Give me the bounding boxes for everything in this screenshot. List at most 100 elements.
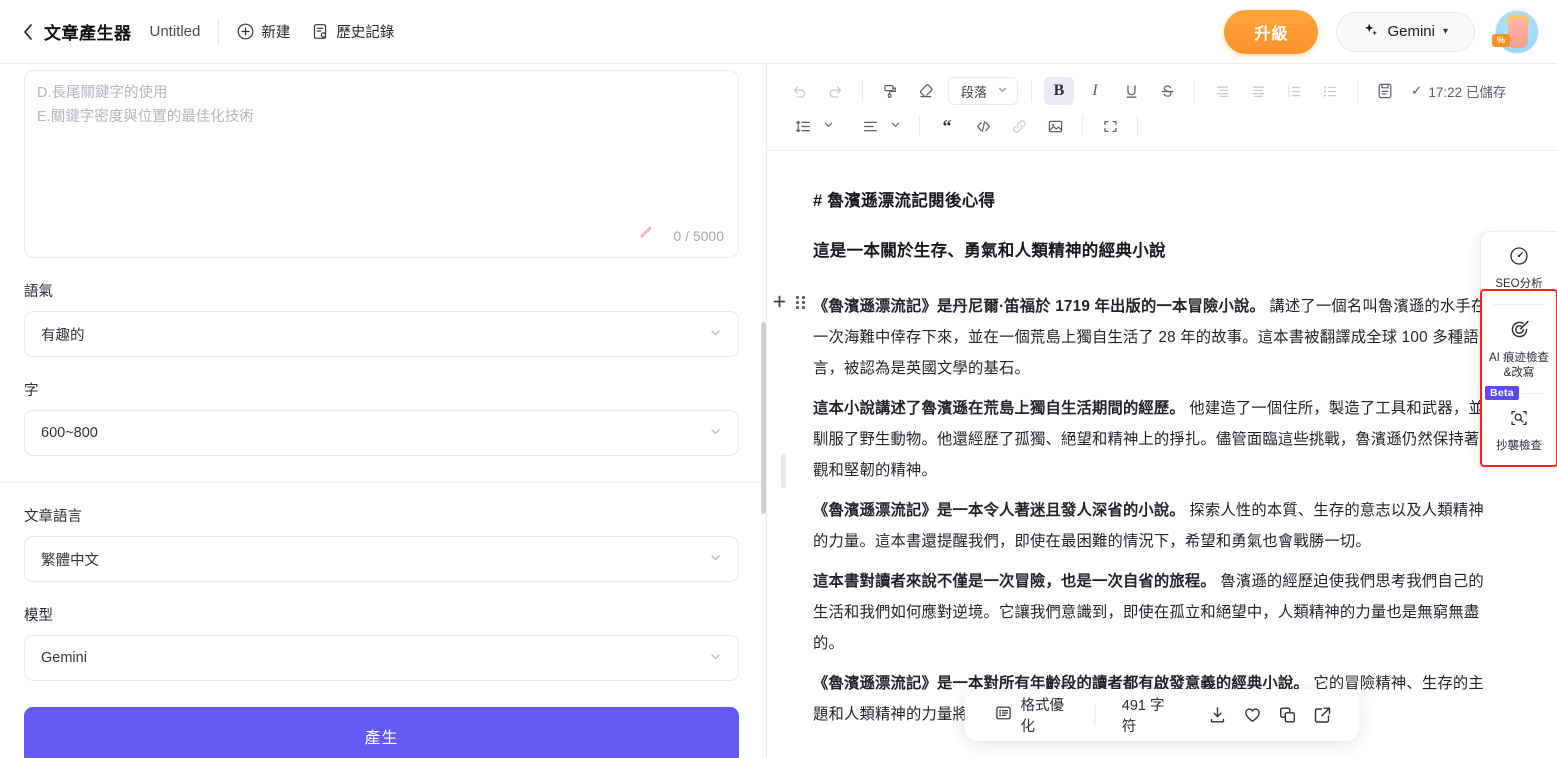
model-value: Gemini [41, 650, 87, 666]
indent-icon[interactable] [1207, 77, 1237, 105]
divider [218, 18, 220, 45]
paragraph-style-value: 段落 [961, 84, 988, 100]
language-value: 繁體中文 [41, 552, 99, 569]
plus-circle-icon [237, 23, 254, 40]
settings-panel: D.長尾關鍵字的使用 E.關鍵字密度與位置的最佳化技術 0 / 5000 語氣 … [0, 64, 767, 758]
paragraph: 《魯濱遜漂流記》是一本令人著迷且發人深省的小說。 探索人性的本質、生存的意志以及… [813, 495, 1497, 557]
document-heading: # 魯濱遜漂流記閱後心得 [813, 192, 996, 210]
paragraph-style-select[interactable]: 段落 [948, 77, 1019, 105]
bold-icon[interactable]: B [1044, 77, 1075, 105]
tone-select[interactable]: 有趣的 [24, 311, 739, 357]
text-align-button[interactable] [852, 112, 901, 140]
chevron-down-icon [709, 326, 722, 343]
heart-icon[interactable] [1237, 698, 1268, 732]
document-area: # 魯濱遜漂流記閱後心得 這是一本關於生存、勇氣和人類精神的經典小說 《魯濱遜漂… [767, 151, 1557, 758]
ai-trace-icon [1508, 320, 1531, 345]
export-icon[interactable] [1307, 698, 1338, 732]
download-icon[interactable] [1202, 698, 1233, 732]
divider [919, 115, 920, 137]
document-subheading: 這是一本關於生存、勇氣和人類精神的經典小說 [813, 242, 1166, 260]
model-select[interactable]: Gemini [24, 635, 739, 681]
magic-wand-icon[interactable] [638, 225, 655, 247]
divider [1194, 80, 1196, 102]
link-icon[interactable] [1004, 112, 1034, 140]
paragraph: 這本小說講述了魯濱遜在荒島上獨自生活期間的經歷。 他建造了一個住所，製造了工具和… [813, 393, 1497, 486]
prompt-footer: 0 / 5000 [638, 225, 724, 247]
paragraph-lead: 這本小說講述了魯濱遜在荒島上獨自生活期間的經歷。 [813, 400, 1185, 417]
save-status: ✓ 17:22 已儲存 [1411, 81, 1506, 101]
fullscreen-icon[interactable] [1095, 112, 1125, 140]
chevron-down-icon [709, 650, 722, 667]
align-icon[interactable] [1243, 77, 1273, 105]
upgrade-button[interactable]: 升級 [1224, 9, 1319, 54]
document-scroll: # 魯濱遜漂流記閱後心得 這是一本關於生存、勇氣和人類精神的經典小說 《魯濱遜漂… [767, 151, 1557, 758]
prompt-line: D.長尾關鍵字的使用 [37, 85, 168, 101]
seo-analysis-button[interactable]: SEO分析 [1481, 232, 1557, 304]
chevron-down-icon [997, 84, 1008, 98]
undo-icon[interactable] [784, 77, 814, 105]
document-title[interactable]: Untitled [150, 23, 201, 40]
add-block-icon[interactable] [773, 294, 786, 311]
speedometer-icon [1508, 247, 1530, 271]
chevron-down-icon [709, 425, 722, 442]
top-bar: 文章產生器 Untitled 新建 歷史記錄 升級 Gemini ▾ % [0, 0, 1557, 64]
tone-label: 語氣 [24, 284, 53, 300]
divider [862, 80, 863, 102]
format-optimize-label: 格式優化 [1020, 698, 1065, 735]
chevron-left-icon[interactable] [20, 23, 36, 40]
prompt-textarea[interactable]: D.長尾關鍵字的使用 E.關鍵字密度與位置的最佳化技術 0 / 5000 [24, 70, 739, 258]
wordcount-select[interactable]: 600~800 [24, 410, 739, 456]
settings-scrollbar[interactable] [761, 322, 766, 514]
strikethrough-icon[interactable] [1152, 77, 1182, 105]
redo-icon[interactable] [820, 77, 850, 105]
page-title: 文章產生器 [44, 24, 132, 43]
underline-icon[interactable] [1116, 77, 1146, 105]
generate-button[interactable]: 產生 [24, 707, 739, 758]
document-content[interactable]: # 魯濱遜漂流記閱後心得 這是一本關於生存、勇氣和人類精神的經典小說 《魯濱遜漂… [773, 187, 1497, 730]
model-label: Gemini [1387, 23, 1435, 40]
paragraph-block: 《魯濱遜漂流記》是丹尼爾·笛福於 1719 年出版的一本冒險小說。 講述了一個名… [773, 291, 1497, 384]
divider [1357, 80, 1359, 102]
clear-format-icon[interactable] [911, 77, 941, 105]
paragraph-lead: 《魯濱遜漂流記》是一本令人著迷且發人深省的小說。 [813, 502, 1185, 519]
history-button[interactable]: 歷史記錄 [312, 21, 394, 42]
model-selector[interactable]: Gemini ▾ [1336, 11, 1475, 52]
chevron-down-icon: ▾ [1442, 26, 1448, 37]
language-select[interactable]: 繁體中文 [24, 536, 739, 582]
image-icon[interactable] [1040, 112, 1070, 140]
editor-toolbar-row-1: 段落 B I 1 2 3 ✓ 17:22 已儲存 [767, 74, 1557, 108]
document-save-icon[interactable] [1370, 77, 1400, 105]
tone-value: 有趣的 [41, 327, 85, 344]
chevron-down-icon [890, 119, 901, 133]
language-label: 文章語言 [24, 509, 82, 525]
ai-trace-check-label: AI 痕迹檢查 &改寫 [1488, 352, 1550, 379]
divider [0, 482, 766, 483]
copy-icon[interactable] [1272, 698, 1303, 732]
format-list-icon [995, 704, 1013, 726]
format-optimize-button[interactable]: 格式優化 [987, 694, 1079, 736]
divider [1094, 704, 1096, 726]
drag-block-handle-icon[interactable] [796, 296, 805, 309]
ordered-list-icon[interactable]: 123 [1279, 77, 1309, 105]
seo-analysis-label: SEO分析 [1495, 278, 1543, 290]
italic-icon[interactable]: I [1080, 77, 1110, 105]
code-icon[interactable] [968, 112, 998, 140]
plagiarism-check-button[interactable]: Beta 抄襲檢查 [1481, 386, 1557, 466]
text-align-icon [855, 112, 885, 140]
history-list-icon [312, 23, 329, 40]
avatar-discount-badge: % [1492, 33, 1511, 47]
prompt-line: E.關鍵字密度與位置的最佳化技術 [37, 109, 254, 125]
quote-icon[interactable]: “ [932, 112, 962, 140]
line-height-button[interactable] [785, 112, 834, 140]
beta-badge: Beta [1485, 386, 1519, 400]
format-paint-icon[interactable] [875, 77, 905, 105]
svg-text:3: 3 [1287, 93, 1290, 98]
ai-trace-check-button[interactable]: AI 痕迹檢查 &改寫 [1481, 305, 1557, 393]
avatar-art-body [1508, 17, 1528, 48]
wordcount-label: 字 [24, 383, 39, 399]
new-document-button[interactable]: 新建 [237, 21, 290, 42]
panel-resize-handle[interactable] [781, 454, 786, 488]
word-count: 491 字符 [1121, 698, 1165, 735]
avatar[interactable]: % [1492, 9, 1539, 54]
bullet-list-icon[interactable] [1315, 77, 1345, 105]
